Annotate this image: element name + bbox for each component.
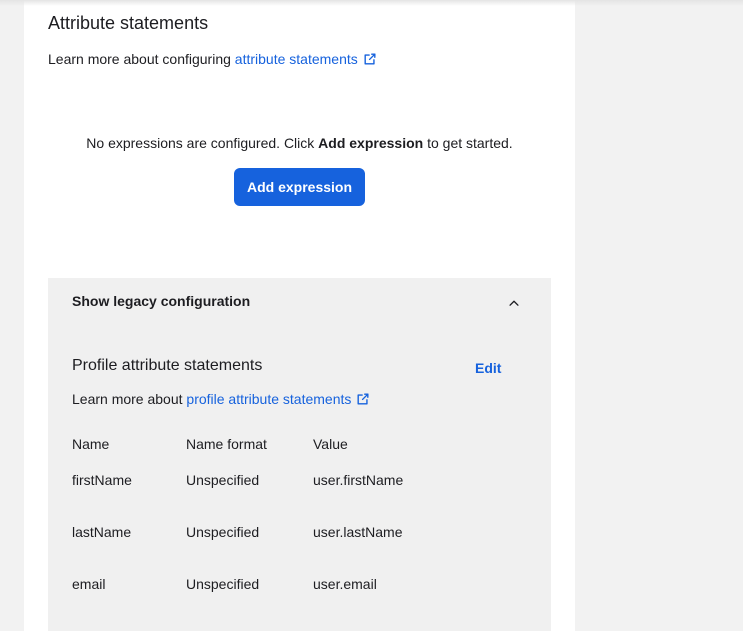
profile-attribute-statements-link-label: profile attribute statements xyxy=(186,391,352,407)
column-header-name: Name xyxy=(72,436,110,452)
attribute-statements-link-label: attribute statements xyxy=(234,51,358,67)
profile-learn-more-text: Learn more about profile attribute state… xyxy=(72,391,370,407)
empty-state-bold: Add expression xyxy=(318,135,424,151)
legacy-configuration-toggle[interactable]: Show legacy configuration xyxy=(48,278,551,326)
table-row: lastName Unspecified user.lastName xyxy=(72,520,463,572)
table-row: email Unspecified user.email xyxy=(72,572,463,624)
cell-value: user.firstName xyxy=(313,472,404,488)
attribute-statements-card: Attribute statements Learn more about co… xyxy=(24,0,575,631)
column-header-value: Value xyxy=(313,436,348,452)
profile-attribute-statements-title: Profile attribute statements xyxy=(72,357,263,374)
cell-name: email xyxy=(72,576,106,592)
section-title: Attribute statements xyxy=(48,13,209,33)
profile-attribute-statements-link[interactable]: profile attribute statements xyxy=(186,391,370,407)
learn-more-text: Learn more about configuring attribute s… xyxy=(48,51,377,67)
attribute-statements-link[interactable]: attribute statements xyxy=(235,51,377,67)
cell-name-format: Unspecified xyxy=(186,524,260,540)
profile-learn-more-prefix: Learn more about xyxy=(72,391,187,407)
empty-state-suffix: to get started. xyxy=(423,135,513,151)
cell-name: lastName xyxy=(72,524,132,540)
profile-attributes-table: Name Name format Value firstName Unspeci… xyxy=(72,432,463,624)
empty-state-message: No expressions are configured. Click Add… xyxy=(24,135,575,151)
edit-button[interactable]: Edit xyxy=(475,360,501,376)
cell-value: user.email xyxy=(313,576,377,592)
cell-value: user.lastName xyxy=(313,524,403,540)
table-header-row: Name Name format Value xyxy=(72,432,463,468)
external-link-icon xyxy=(357,393,369,405)
top-shadow xyxy=(0,0,743,6)
cell-name-format: Unspecified xyxy=(186,576,260,592)
legacy-configuration-panel: Show legacy configuration Profile attrib… xyxy=(48,278,551,631)
learn-more-prefix: Learn more about configuring xyxy=(48,51,235,67)
cell-name-format: Unspecified xyxy=(186,472,260,488)
cell-name: firstName xyxy=(72,472,132,488)
column-header-name-format: Name format xyxy=(186,436,267,452)
add-expression-button[interactable]: Add expression xyxy=(234,168,365,206)
empty-state-prefix: No expressions are configured. Click xyxy=(86,135,319,151)
external-link-icon xyxy=(364,53,376,65)
legacy-configuration-label: Show legacy configuration xyxy=(72,293,251,309)
chevron-up-icon xyxy=(509,300,519,306)
table-row: firstName Unspecified user.firstName xyxy=(72,468,463,520)
